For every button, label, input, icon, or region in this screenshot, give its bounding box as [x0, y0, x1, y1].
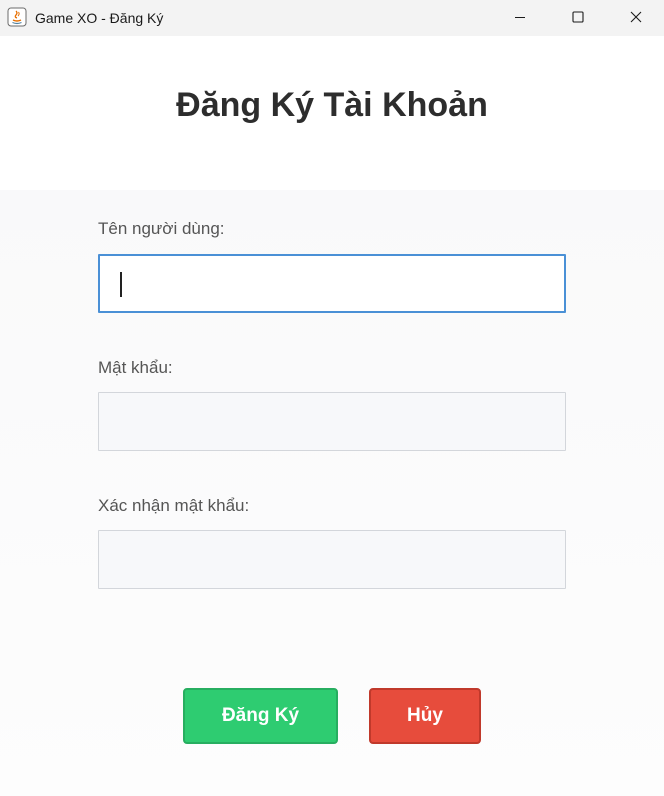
password-input[interactable] — [98, 392, 566, 451]
page-title: Đăng Ký Tài Khoản — [176, 86, 488, 124]
java-icon — [7, 7, 27, 27]
close-button[interactable] — [606, 0, 664, 34]
username-input[interactable] — [98, 254, 566, 313]
minimize-button[interactable] — [490, 0, 550, 34]
register-button[interactable]: Đăng Ký — [183, 688, 338, 744]
minimize-icon — [514, 11, 526, 23]
password-label: Mật khẩu: — [98, 358, 173, 377]
cancel-button[interactable]: Hủy — [369, 688, 481, 744]
confirm-password-label: Xác nhận mật khẩu: — [98, 496, 250, 515]
username-label: Tên người dùng: — [98, 219, 225, 238]
maximize-button[interactable] — [548, 0, 608, 34]
register-window: Game XO - Đăng Ký Đăng Ký Tài Khoản Tên … — [0, 0, 664, 796]
register-button-label: Đăng Ký — [221, 705, 300, 726]
confirm-password-input[interactable] — [98, 530, 566, 589]
title-bar: Game XO - Đăng Ký — [0, 0, 664, 36]
cancel-button-label: Hủy — [407, 705, 443, 726]
close-icon — [630, 11, 642, 23]
text-cursor — [120, 272, 122, 297]
maximize-icon — [572, 11, 584, 23]
window-title: Game XO - Đăng Ký — [35, 10, 164, 26]
